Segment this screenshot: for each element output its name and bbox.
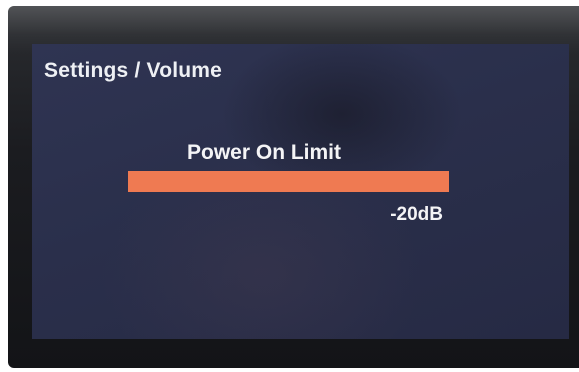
breadcrumb-title: Settings / Volume bbox=[44, 59, 223, 82]
volume-level-value: -20dB bbox=[390, 204, 443, 225]
display-screen: Settings / Volume Power On Limit -20dB bbox=[32, 44, 569, 339]
setting-label: Power On Limit bbox=[187, 141, 342, 164]
volume-level-bar[interactable] bbox=[128, 171, 449, 192]
volume-level-fill bbox=[128, 171, 449, 192]
device-photo: Settings / Volume Power On Limit -20dB bbox=[0, 0, 579, 372]
